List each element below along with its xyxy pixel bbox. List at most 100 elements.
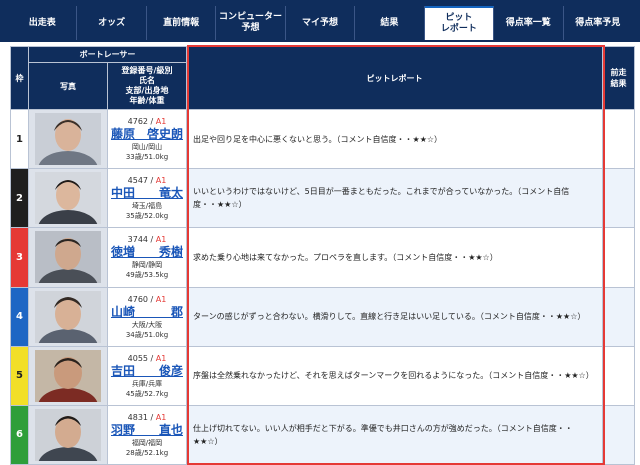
- racer-age-weight: 28歳/52.1kg: [125, 448, 169, 457]
- tab-pit-report[interactable]: ピット レポート: [424, 6, 495, 40]
- racer-info: 4547 / A1 中田 竜太 埼玉/福島 35歳/52.0kg: [107, 168, 187, 229]
- reg-class: 4760 / A1: [127, 294, 167, 304]
- racer-class: A1: [155, 176, 167, 186]
- racer-photo: [28, 345, 108, 406]
- reg-class: 4831 / A1: [127, 412, 167, 422]
- table-row: 2 4547 / A1 中田 竜太 埼玉/福島 35歳/52.0kg いいという…: [10, 168, 635, 229]
- waku-number: 6: [10, 404, 29, 465]
- racer-info: 4831 / A1 羽野 直也 福岡/福岡 28歳/52.1kg: [107, 404, 187, 465]
- racer-photo: [28, 404, 108, 465]
- nav-tab-row: 出走表 オッズ 直前情報 コンピューター 予想 マイ予想 結果 ピット レポート…: [8, 6, 632, 40]
- pit-report-text: ターンの感じがずっと合わない。横滑りして。直線と行き足はいい足している。（コメン…: [186, 286, 603, 347]
- pit-report-text: 求めた乗り心地は来てなかった。プロペラを直します。（コメント自信度・・★★☆）: [186, 227, 603, 288]
- racer-portrait-icon: [35, 290, 101, 343]
- header-racer-info: 登録番号/級別 氏名 支部/出身地 年齢/体重: [107, 62, 187, 111]
- header-prev-result-line2: 結果: [610, 79, 627, 89]
- pit-report-text: 序盤は全然乗れなかったけど、それを思えばターンマークを回れるようになった。（コメ…: [186, 345, 603, 406]
- header-info-line3: 支部/出身地: [125, 86, 169, 96]
- racer-branch: 静岡/静岡: [131, 261, 163, 270]
- racer-photo: [28, 227, 108, 288]
- tab-computer-prediction-label: コンピューター 予想: [219, 12, 283, 33]
- racer-portrait-icon: [35, 408, 101, 461]
- reg-number: 4055: [127, 353, 148, 363]
- tab-score-rate-forecast[interactable]: 得点率予見: [564, 6, 632, 40]
- racer-info: 4760 / A1 山崎 郡 大阪/大阪 34歳/51.0kg: [107, 286, 187, 347]
- racer-age-weight: 35歳/52.0kg: [125, 212, 169, 221]
- header-boat-racer: ボートレーサー: [28, 45, 187, 64]
- racer-portrait-icon: [35, 231, 101, 284]
- racer-class: A1: [155, 235, 167, 245]
- racer-portrait-icon: [35, 349, 101, 402]
- waku-number: 5: [10, 345, 29, 406]
- header-info-line1: 登録番号/級別: [121, 66, 173, 76]
- racer-name-link[interactable]: 山崎 郡: [110, 305, 184, 320]
- reg-class: 4547 / A1: [127, 176, 167, 186]
- reg-number: 4762: [127, 117, 148, 127]
- reg-number: 3744: [127, 235, 148, 245]
- table-row: 5 4055 / A1 吉田 俊彦 兵庫/兵庫 45歳/52.7kg 序盤は全然…: [10, 345, 635, 406]
- prev-result-cell: [602, 109, 635, 170]
- pit-report-text: 出足や回り足を中心に悪くないと思う。（コメント自信度・・★★☆）: [186, 109, 603, 170]
- tab-entry-list[interactable]: 出走表: [8, 6, 78, 40]
- racer-class: A1: [155, 412, 167, 422]
- tab-odds[interactable]: オッズ: [77, 6, 147, 40]
- racer-age-weight: 34歳/51.0kg: [125, 330, 169, 339]
- top-navigation: 出走表 オッズ 直前情報 コンピューター 予想 マイ予想 結果 ピット レポート…: [0, 0, 640, 42]
- prev-result-cell: [602, 168, 635, 229]
- header-prev-result-line1: 前走: [610, 68, 627, 78]
- racer-branch: 福岡/福岡: [131, 438, 163, 447]
- prev-result-cell: [602, 227, 635, 288]
- reg-class: 3744 / A1: [127, 235, 167, 245]
- reg-number: 4760: [127, 294, 148, 304]
- prev-result-cell: [602, 286, 635, 347]
- racer-name-link[interactable]: 吉田 俊彦: [110, 364, 184, 379]
- waku-number: 3: [10, 227, 29, 288]
- header-info-line2: 氏名: [139, 76, 155, 86]
- racer-photo: [28, 286, 108, 347]
- racer-age-weight: 33歳/51.0kg: [125, 153, 169, 162]
- racer-name-link[interactable]: 羽野 直也: [110, 423, 184, 438]
- header-photo: 写真: [28, 62, 108, 111]
- tab-my-prediction[interactable]: マイ予想: [286, 6, 356, 40]
- waku-number: 1: [10, 109, 29, 170]
- racer-info: 4762 / A1 藤原 啓史朗 岡山/岡山 33歳/51.0kg: [107, 109, 187, 170]
- table-row: 6 4831 / A1 羽野 直也 福岡/福岡 28歳/52.1kg 仕上げ切れ…: [10, 404, 635, 465]
- racer-name-link[interactable]: 徳増 秀樹: [110, 245, 184, 260]
- prev-result-cell: [602, 345, 635, 406]
- racer-branch: 兵庫/兵庫: [131, 379, 163, 388]
- pit-report-table: 枠 ボートレーサー ピットレポート 前走 結果 写真 登録番号/級別 氏名 支部…: [10, 45, 635, 465]
- racer-photo: [28, 168, 108, 229]
- header-info-line4: 年齢/体重: [129, 96, 165, 106]
- racer-branch: 大阪/大阪: [131, 320, 163, 329]
- table-row: 4 4760 / A1 山崎 郡 大阪/大阪 34歳/51.0kg ターンの感じ…: [10, 286, 635, 347]
- racer-class: A1: [155, 294, 167, 304]
- table-row: 3 3744 / A1 徳増 秀樹 静岡/静岡 49歳/53.5kg 求めた乗り…: [10, 227, 635, 288]
- header-pit-report: ピットレポート: [186, 45, 603, 111]
- pit-report-text: いいというわけではないけど、5日目が一番まともだった。これまでが合っていなかった…: [186, 168, 603, 229]
- reg-number: 4831: [127, 412, 148, 422]
- waku-number: 4: [10, 286, 29, 347]
- racer-branch: 埼玉/福島: [131, 202, 163, 211]
- racer-info: 3744 / A1 徳増 秀樹 静岡/静岡 49歳/53.5kg: [107, 227, 187, 288]
- racer-portrait-icon: [35, 172, 101, 225]
- reg-number: 4547: [127, 176, 148, 186]
- racer-age-weight: 45歳/52.7kg: [125, 389, 169, 398]
- tab-pit-report-label: ピット レポート: [440, 13, 477, 34]
- tab-pre-race-info[interactable]: 直前情報: [147, 6, 217, 40]
- racer-class: A1: [155, 117, 167, 127]
- racer-name-link[interactable]: 藤原 啓史朗: [110, 127, 184, 142]
- racer-class: A1: [155, 353, 167, 363]
- racer-info: 4055 / A1 吉田 俊彦 兵庫/兵庫 45歳/52.7kg: [107, 345, 187, 406]
- reg-class: 4055 / A1: [127, 353, 167, 363]
- prev-result-cell: [602, 404, 635, 465]
- waku-number: 2: [10, 168, 29, 229]
- racer-photo: [28, 109, 108, 170]
- racer-portrait-icon: [35, 113, 101, 166]
- header-waku: 枠: [10, 45, 29, 111]
- pit-report-text: 仕上げ切れてない。いい人が相手だと下がる。準優でも井口さんの方が強めだった。（コ…: [186, 404, 603, 465]
- table-row: 1 4762 / A1 藤原 啓史朗 岡山/岡山 33歳/51.0kg 出足や回…: [10, 109, 635, 170]
- tab-computer-prediction[interactable]: コンピューター 予想: [216, 6, 286, 40]
- tab-score-rate-list[interactable]: 得点率一覧: [494, 6, 564, 40]
- tab-results[interactable]: 結果: [355, 6, 425, 40]
- racer-name-link[interactable]: 中田 竜太: [110, 186, 184, 201]
